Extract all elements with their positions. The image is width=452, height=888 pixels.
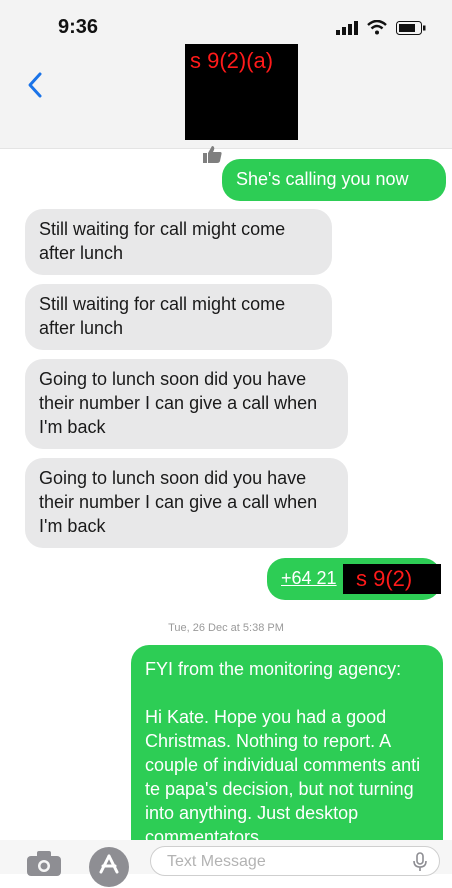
camera-icon[interactable] [26, 850, 62, 876]
message-text: She's calling you now [236, 169, 409, 189]
text-field-placeholder: Text Message [167, 853, 266, 870]
message-incoming[interactable]: Going to lunch soon did you have their n… [25, 458, 348, 548]
message-outgoing[interactable]: FYI from the monitoring agency: Hi Kate.… [131, 645, 443, 840]
message-outgoing[interactable]: She's calling you now [222, 159, 446, 201]
redaction-label: s 9(2) [356, 566, 413, 591]
status-time: 9:36 [58, 16, 99, 38]
redaction-label: s 9(2)(a) [190, 48, 274, 73]
phone-link[interactable]: +64 21 [281, 568, 337, 588]
microphone-icon[interactable] [413, 852, 427, 872]
signal-icon [336, 20, 358, 35]
app-store-icon[interactable] [88, 846, 130, 888]
status-icons [336, 20, 426, 35]
message-text: Still waiting for call might come after … [39, 219, 286, 263]
message-incoming[interactable]: Still waiting for call might come after … [25, 284, 332, 350]
battery-icon [396, 20, 426, 35]
message-input-bar: Text Message [0, 840, 452, 887]
message-incoming[interactable]: Still waiting for call might come after … [25, 209, 332, 275]
message-text: FYI from the monitoring agency: Hi Kate.… [145, 659, 421, 840]
status-bar: 9:36 [0, 0, 452, 44]
message-text: Going to lunch soon did you have their n… [39, 468, 318, 536]
message-text: Going to lunch soon did you have their n… [39, 369, 318, 437]
wifi-icon [367, 20, 387, 35]
message-text: Still waiting for call might come after … [39, 294, 286, 338]
conversation-header: s 9(2)(a) [0, 44, 452, 149]
chevron-left-icon [28, 72, 42, 98]
thumbs-up-icon [203, 146, 222, 163]
message-timestamp: Tue, 26 Dec at 5:38 PM [168, 622, 284, 634]
message-incoming[interactable]: Going to lunch soon did you have their n… [25, 359, 348, 449]
back-button[interactable] [22, 68, 52, 102]
message-text-field[interactable]: Text Message [150, 846, 440, 876]
